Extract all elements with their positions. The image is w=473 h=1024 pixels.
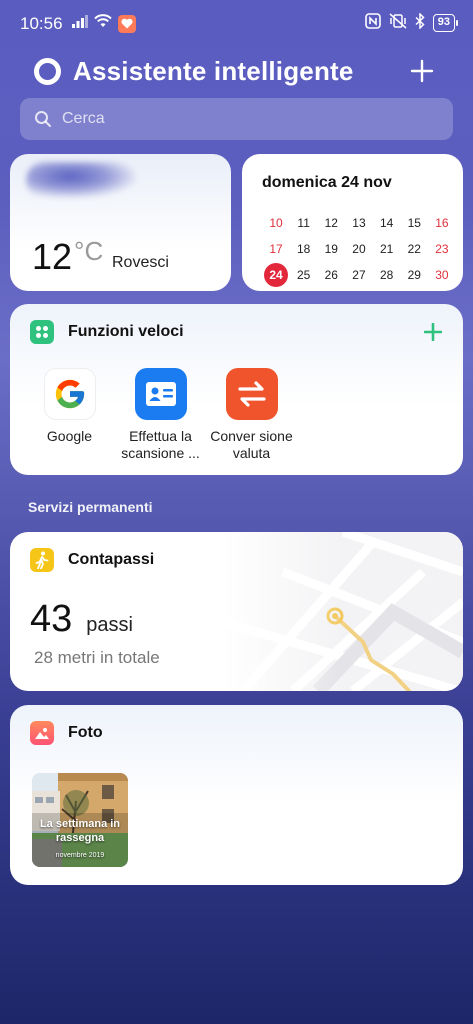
- calendar-day: 21: [379, 242, 394, 256]
- photo-memory-date: novembre 2019: [55, 852, 105, 859]
- search-bar[interactable]: [20, 98, 453, 140]
- plus-icon: [424, 323, 442, 341]
- photos-header: Foto: [30, 721, 103, 745]
- app-label: Conver sione valuta: [210, 428, 293, 461]
- assistant-logo-icon: [34, 57, 61, 85]
- quick-functions-icon: [30, 320, 54, 344]
- temperature-value: 12: [32, 236, 73, 277]
- calendar-week-row: 24 25 26 27 28 29 30: [264, 262, 454, 288]
- quick-functions-card: Funzioni veloci Google Effettua la scans…: [10, 304, 463, 475]
- plus-icon: [410, 59, 434, 83]
- calendar-week-row: 10 11 12 13 14 15 16: [264, 210, 454, 236]
- calendar-day: 12: [324, 216, 338, 230]
- weather-card[interactable]: 12°C Rovesci: [10, 154, 231, 291]
- calendar-day: 29: [407, 268, 421, 282]
- app-scan-document[interactable]: Effettua la scansione ...: [115, 368, 206, 462]
- calendar-day: 19: [324, 242, 338, 256]
- calendar-week-row: 17 18 19 20 21 22 23: [264, 236, 454, 262]
- weather-temperature: 12°C: [32, 236, 103, 278]
- calendar-day: 25: [296, 268, 311, 282]
- calendar-day: 15: [407, 216, 421, 230]
- weather-description: Rovesci: [112, 254, 169, 271]
- step-count-unit: passi: [86, 614, 133, 636]
- photos-title: Foto: [68, 724, 103, 741]
- add-quick-function-button[interactable]: [419, 318, 447, 346]
- calendar-day: 23: [435, 242, 449, 256]
- app-currency-conversion[interactable]: Conver sione valuta: [206, 368, 297, 462]
- search-input[interactable]: [62, 110, 422, 128]
- section-title-permanent-services: Servizi permanenti: [28, 499, 153, 515]
- gallery-icon: [30, 721, 54, 745]
- page-title: Assistente intelligente: [73, 55, 354, 86]
- quick-functions-title: Funzioni veloci: [68, 323, 184, 340]
- map-route-illustration: [223, 532, 463, 691]
- temperature-unit: °C: [74, 236, 104, 266]
- currency-exchange-icon: [225, 368, 278, 420]
- id-card-scan-icon: [134, 368, 187, 420]
- battery-icon: 93: [432, 13, 459, 32]
- mute-vibrate-icon: [389, 13, 407, 32]
- calendar-grid: 10 11 12 13 14 15 16 17 18 19 20 21 22 2…: [264, 210, 454, 288]
- status-bar: 10:56 93: [0, 0, 473, 46]
- search-icon: [35, 111, 51, 127]
- status-time: 10:56: [20, 14, 63, 33]
- photos-card: Foto La settimana in rassegna novembre 2…: [10, 705, 463, 885]
- calendar-day-today: 24: [264, 263, 288, 287]
- wifi-icon: [94, 14, 112, 33]
- calendar-day: 18: [296, 242, 311, 256]
- distance-total: 28 metri in totale: [34, 648, 160, 667]
- add-widget-button[interactable]: [405, 54, 439, 88]
- calendar-day: 28: [379, 268, 394, 282]
- step-counter-header: Contapassi: [30, 548, 154, 572]
- calendar-day: 16: [435, 216, 449, 230]
- photo-memory-thumbnail[interactable]: La settimana in rassegna novembre 2019: [32, 773, 128, 867]
- calendar-day: 30: [435, 268, 449, 282]
- step-count-value: 43: [30, 598, 73, 640]
- calendar-day: 17: [269, 242, 283, 256]
- calendar-card[interactable]: domenica 24 nov 10 11 12 13 14 15 16 17 …: [242, 154, 463, 291]
- calendar-day: 10: [269, 216, 283, 230]
- calendar-date-title: domenica 24 nov: [262, 174, 392, 191]
- photo-memory-title: La settimana in rassegna: [39, 818, 121, 844]
- calendar-day: 26: [324, 268, 338, 282]
- calendar-day: 20: [352, 242, 366, 256]
- step-counter-card[interactable]: Contapassi 43 passi 28 metri in totale: [10, 532, 463, 691]
- calendar-day: 14: [379, 216, 394, 230]
- calendar-day: 11: [297, 216, 310, 230]
- signal-icon: [72, 14, 88, 33]
- walking-person-icon: [30, 548, 54, 572]
- weather-location-blurred: [26, 162, 136, 198]
- bluetooth-icon: [415, 12, 425, 32]
- quick-functions-header: Funzioni veloci: [30, 320, 184, 344]
- nfc-icon: [364, 13, 381, 32]
- calendar-day: 13: [352, 216, 366, 230]
- quick-apps-list: Google Effettua la scansione ... Conver …: [24, 368, 297, 462]
- step-count: 43 passi: [30, 598, 133, 641]
- calendar-day: 27: [352, 268, 366, 282]
- calendar-day: 22: [407, 242, 421, 256]
- header: Assistente intelligente: [34, 52, 439, 90]
- google-icon: [43, 368, 96, 420]
- step-counter-title: Contapassi: [68, 551, 155, 568]
- app-google[interactable]: Google: [24, 368, 115, 462]
- health-app-icon: [118, 14, 136, 33]
